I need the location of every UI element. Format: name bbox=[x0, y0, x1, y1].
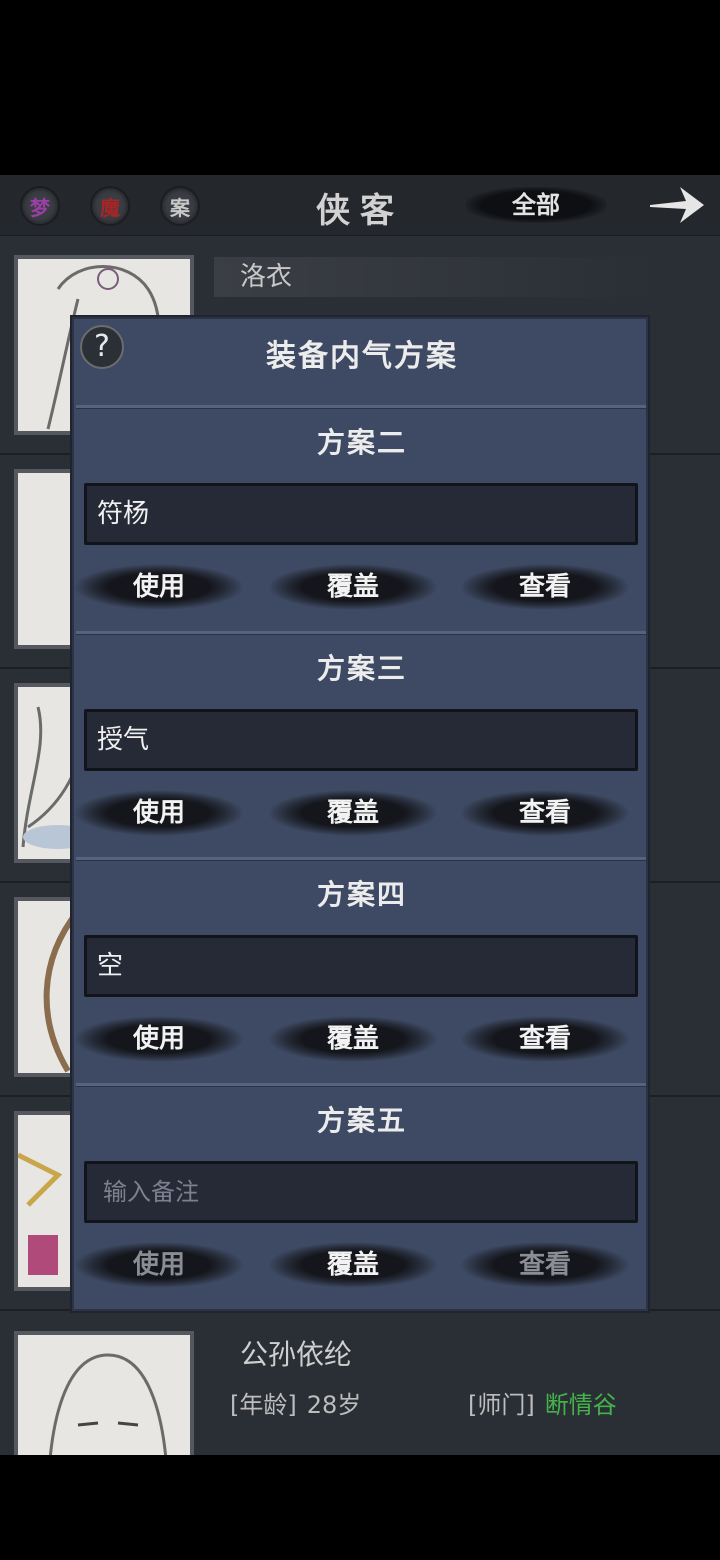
cover-button[interactable]: 覆盖 bbox=[268, 1241, 438, 1289]
view-button[interactable]: 查看 bbox=[460, 1015, 630, 1063]
character-portrait bbox=[14, 1331, 194, 1455]
equip-neiqi-plan-dialog: ? 装备内气方案 方案二 符杨 使用 覆盖 查看 方案三 授气 使用 覆盖 查看… bbox=[70, 315, 650, 1313]
divider bbox=[76, 1083, 646, 1087]
an-button[interactable]: 案 bbox=[160, 186, 200, 226]
use-button[interactable]: 使用 bbox=[74, 1241, 244, 1289]
plan-title: 方案五 bbox=[316, 1104, 407, 1137]
use-button[interactable]: 使用 bbox=[74, 563, 244, 611]
cover-button[interactable]: 覆盖 bbox=[268, 789, 438, 837]
divider bbox=[76, 857, 646, 861]
top-bar: 梦 魔 案 侠客 全部 bbox=[0, 175, 720, 236]
view-button[interactable]: 查看 bbox=[460, 563, 630, 611]
mo-button[interactable]: 魔 bbox=[90, 186, 130, 226]
meng-button[interactable]: 梦 bbox=[20, 186, 60, 226]
cover-button[interactable]: 覆盖 bbox=[268, 563, 438, 611]
arrow-right-icon[interactable] bbox=[646, 179, 708, 231]
app-screen: 梦 魔 案 侠客 全部 洛衣 公孙依纶 [年龄] 28岁 [师门] 断情谷 ? … bbox=[0, 175, 720, 1455]
view-button[interactable]: 查看 bbox=[460, 789, 630, 837]
list-item[interactable]: 公孙依纶 [年龄] 28岁 [师门] 断情谷 bbox=[0, 1311, 720, 1455]
plan-note-input[interactable]: 空 bbox=[84, 935, 638, 997]
cover-button[interactable]: 覆盖 bbox=[268, 1015, 438, 1063]
divider bbox=[76, 631, 646, 635]
sect-value: 断情谷 bbox=[544, 1391, 617, 1419]
page-title: 侠客 bbox=[316, 191, 404, 231]
sect-label: [师门] bbox=[468, 1391, 535, 1419]
divider bbox=[76, 405, 646, 409]
use-button[interactable]: 使用 bbox=[74, 1015, 244, 1063]
character-name: 洛衣 bbox=[214, 257, 660, 297]
plan-note-input[interactable]: 授气 bbox=[84, 709, 638, 771]
dialog-title: 装备内气方案 bbox=[266, 339, 458, 374]
view-button[interactable]: 查看 bbox=[460, 1241, 630, 1289]
age-info: [年龄] 28岁 bbox=[230, 1385, 361, 1420]
filter-dropdown[interactable]: 全部 bbox=[466, 187, 606, 223]
plan-note-input[interactable]: 输入备注 bbox=[84, 1161, 638, 1223]
plan-note-input[interactable]: 符杨 bbox=[84, 483, 638, 545]
age-label: [年龄] bbox=[230, 1391, 297, 1419]
sect-info: [师门] 断情谷 bbox=[468, 1385, 617, 1420]
plan-title: 方案二 bbox=[316, 426, 407, 459]
age-value: 28岁 bbox=[306, 1391, 362, 1419]
plan-title: 方案四 bbox=[316, 878, 407, 911]
character-name: 公孙依纶 bbox=[240, 1338, 353, 1371]
use-button[interactable]: 使用 bbox=[74, 789, 244, 837]
plan-title: 方案三 bbox=[316, 652, 407, 685]
